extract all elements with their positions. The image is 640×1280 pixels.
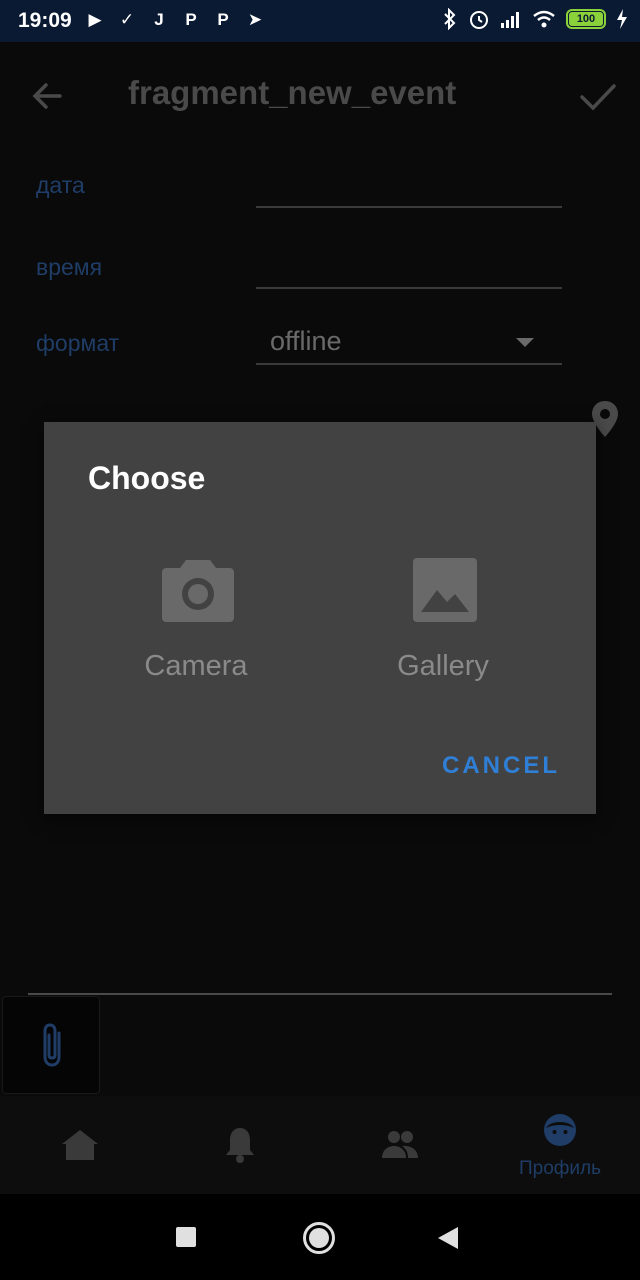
date-field[interactable] [256, 206, 562, 208]
camera-icon [162, 560, 234, 622]
nav-item-home[interactable] [0, 1096, 160, 1194]
nav-item-notifications[interactable] [160, 1096, 320, 1194]
status-bar: 19:09 ▶ ✓ J P P ➤ 100 [0, 0, 640, 42]
notification-icons: ▶ ✓ J P P ➤ [84, 9, 266, 31]
time-field[interactable] [256, 287, 562, 289]
recents-square-icon[interactable] [176, 1227, 196, 1247]
confirm-check-icon[interactable] [574, 72, 622, 120]
check-notification-icon: ✓ [119, 10, 135, 29]
bell-icon [226, 1128, 254, 1163]
wifi-icon [533, 10, 555, 28]
battery-icon: 100 [566, 9, 606, 29]
j-notification-icon: J [154, 10, 164, 29]
time-label: время [36, 254, 103, 280]
attach-button[interactable] [2, 996, 100, 1094]
choose-source-dialog: Choose Camera Gallery CANCEL [44, 422, 596, 814]
back-arrow-icon[interactable] [24, 72, 72, 120]
profile-face-icon [544, 1114, 576, 1146]
telegram-notification-icon: ➤ [247, 10, 263, 29]
camera-option[interactable]: Camera [96, 556, 296, 696]
back-triangle-icon[interactable] [438, 1227, 458, 1249]
gallery-option[interactable]: Gallery [343, 556, 543, 696]
home-circle-icon[interactable] [303, 1222, 335, 1254]
gallery-image-icon [413, 558, 477, 622]
nav-item-people[interactable] [320, 1096, 480, 1194]
cancel-button[interactable]: CANCEL [442, 752, 560, 780]
app-toolbar: fragment_new_event [0, 42, 640, 146]
signal-icon [501, 12, 519, 28]
camera-label: Camera [144, 650, 248, 682]
nav-item-profile[interactable]: Профиль [480, 1096, 640, 1194]
play-notification-icon: ▶ [88, 10, 102, 29]
battery-level: 100 [569, 12, 603, 26]
home-icon [62, 1130, 98, 1160]
p-notification-icon: P [185, 10, 197, 29]
nav-label-profile: Профиль [518, 1158, 602, 1179]
status-time: 19:09 [18, 9, 72, 32]
format-underline [256, 363, 562, 365]
format-select[interactable]: offline [270, 326, 342, 357]
dropdown-arrow-icon[interactable] [516, 338, 534, 347]
date-label: дата [36, 172, 85, 198]
format-label: формат [36, 330, 120, 356]
alarm-icon [470, 11, 488, 29]
home-circle-inner [309, 1228, 329, 1248]
bluetooth-icon [444, 8, 456, 30]
input-divider [28, 993, 612, 995]
p-notification-icon: P [217, 10, 229, 29]
charging-icon [617, 9, 627, 29]
paperclip-icon [43, 1023, 61, 1067]
bottom-navigation: Профиль [0, 1096, 640, 1194]
gallery-label: Gallery [397, 650, 489, 682]
page-title: fragment_new_event [128, 74, 457, 111]
system-navigation-bar [0, 1194, 640, 1280]
dialog-title: Choose [88, 460, 206, 496]
system-status-icons: 100 [442, 8, 628, 30]
people-icon [382, 1131, 418, 1158]
